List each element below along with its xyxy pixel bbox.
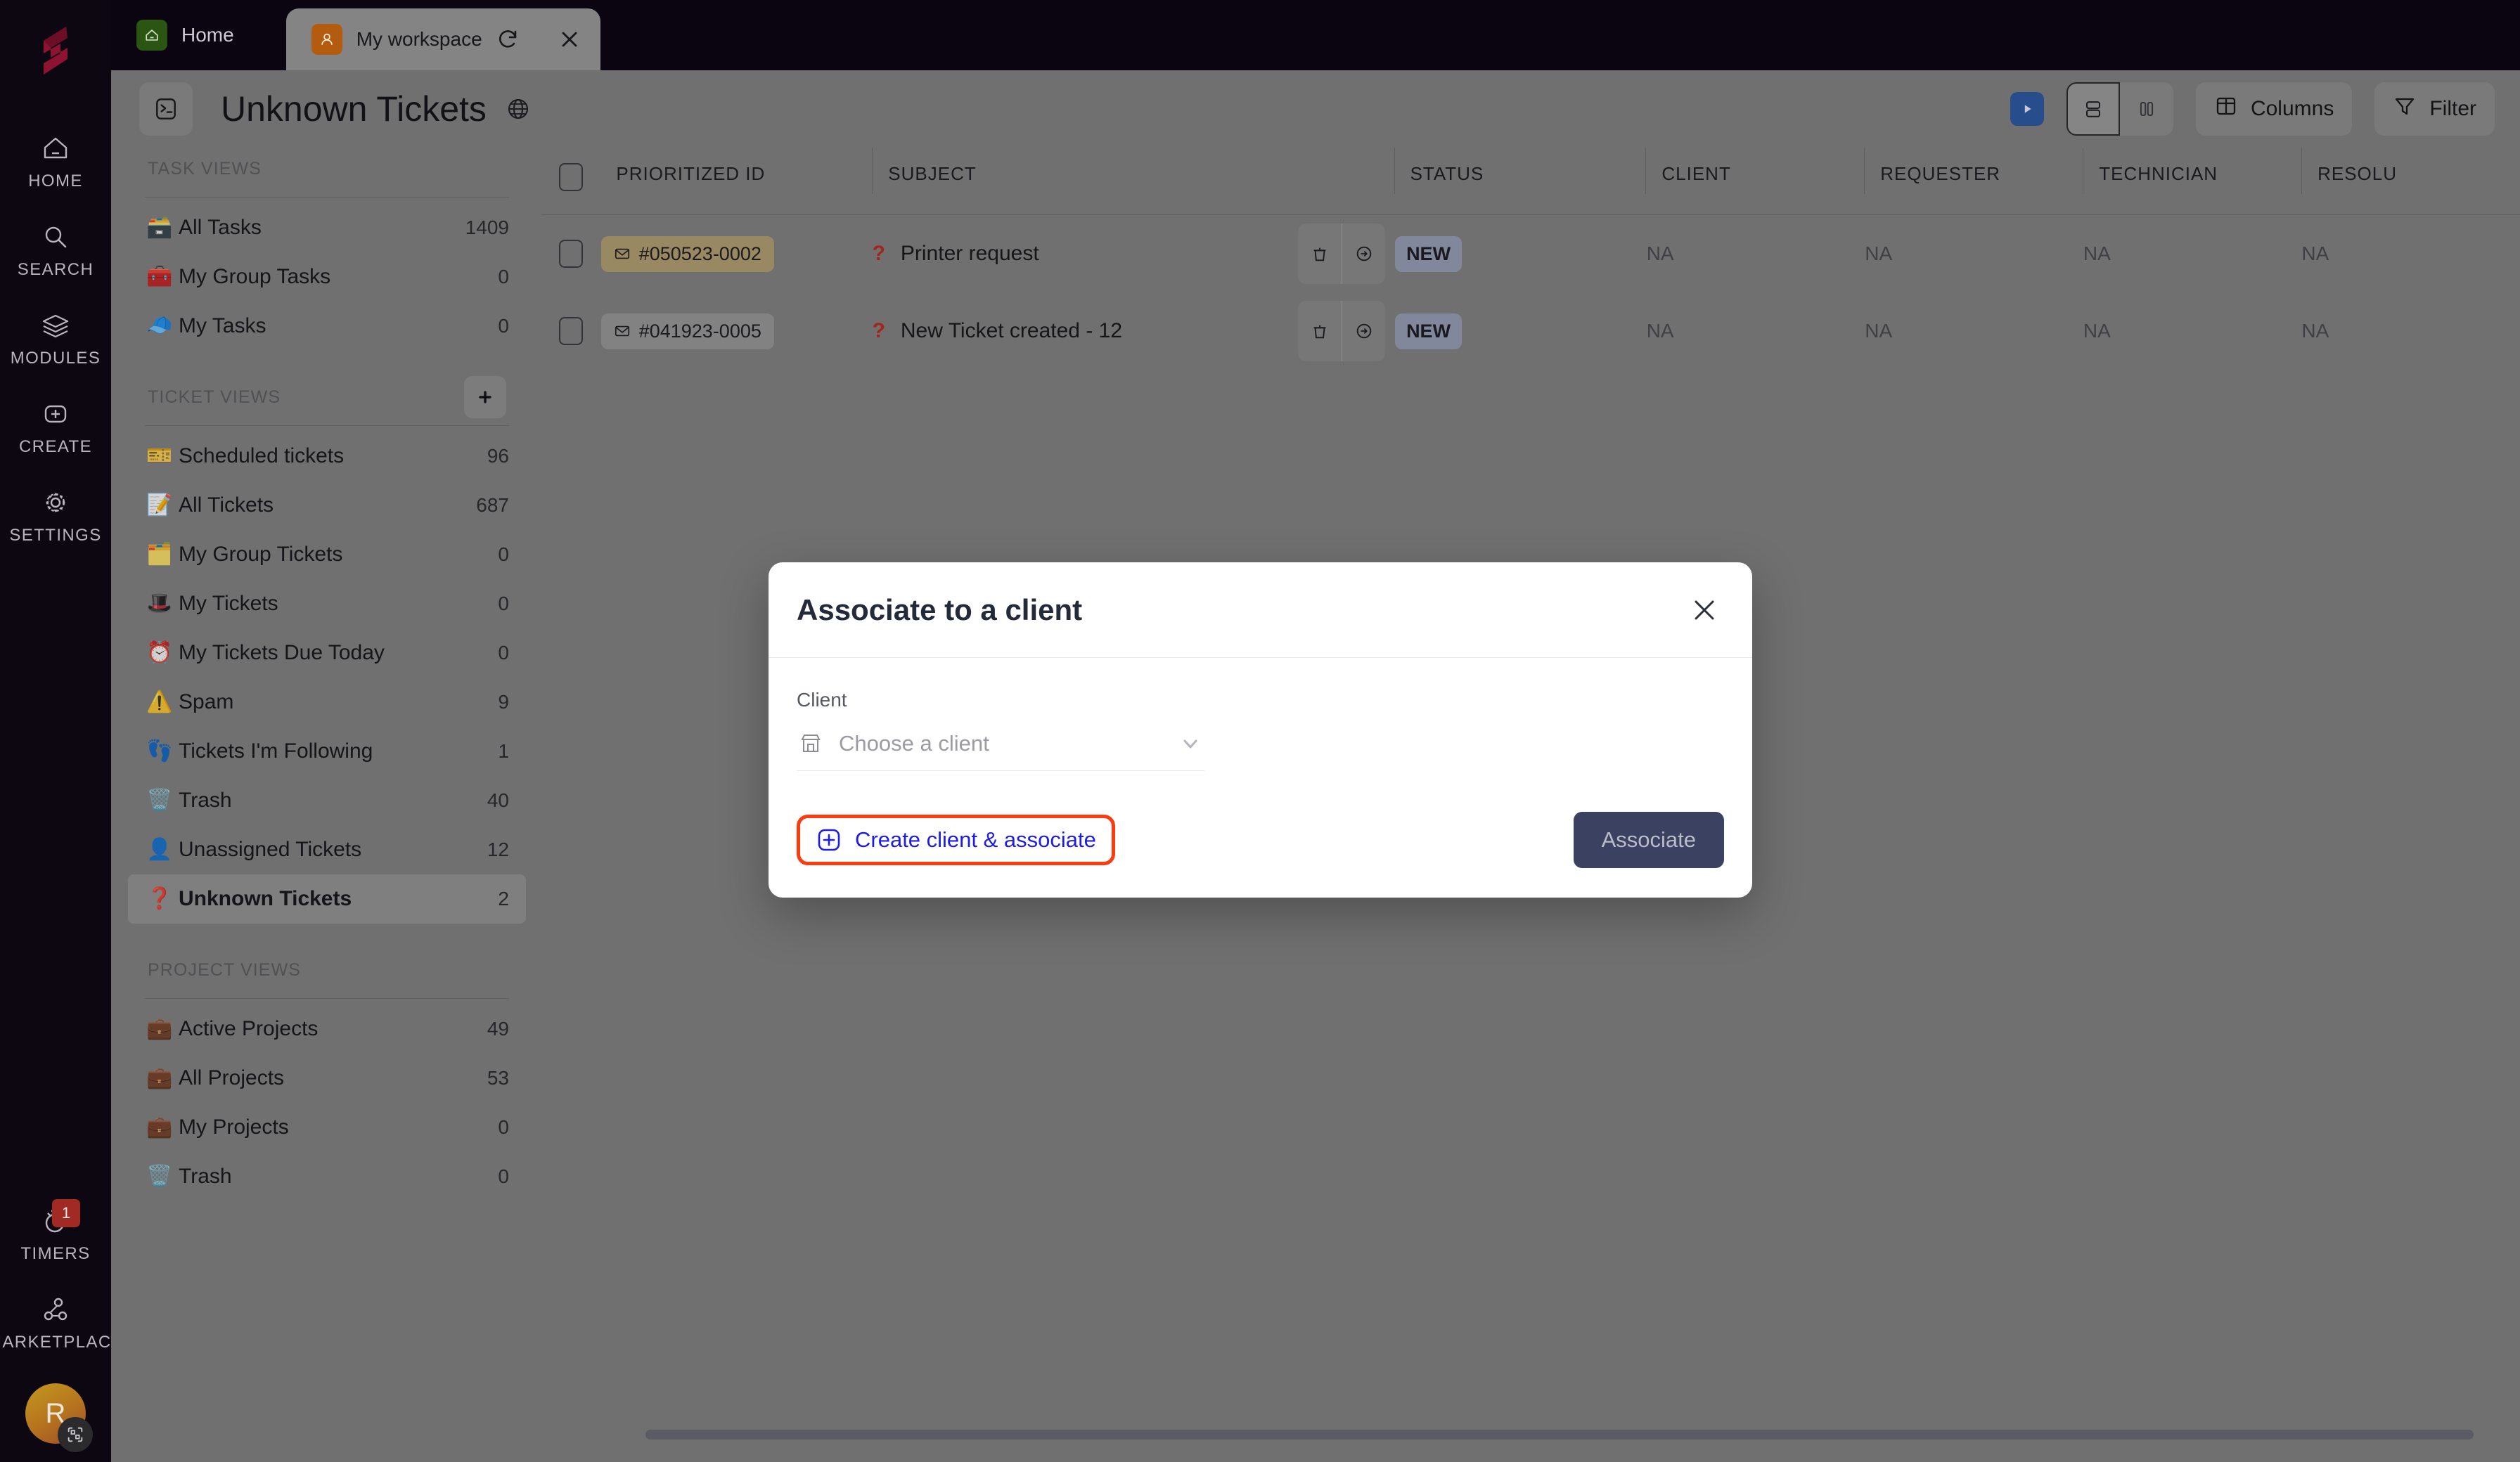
client-select-value: Choose a client	[839, 731, 989, 756]
associate-button[interactable]: Associate	[1573, 812, 1724, 868]
client-field-label: Client	[797, 689, 847, 711]
create-client-label: Create client & associate	[855, 827, 1096, 852]
rail-item-timers[interactable]: 1 TIMERS	[0, 1191, 111, 1279]
gear-icon	[39, 486, 72, 519]
plus-circle-icon	[816, 827, 842, 853]
tab-home[interactable]: Home	[111, 0, 259, 70]
modal-title: Associate to a client	[797, 593, 1083, 626]
rail-item-create[interactable]: CREATE	[0, 384, 111, 472]
rail-item-settings[interactable]: SETTINGS	[0, 472, 111, 561]
rail-label: SETTINGS	[9, 526, 102, 545]
rail-label: CREATE	[19, 437, 92, 456]
rail-item-search[interactable]: SEARCH	[0, 207, 111, 295]
create-client-and-associate-button[interactable]: Create client & associate	[797, 815, 1115, 865]
layers-icon	[39, 309, 72, 342]
rail-label: MODULES	[10, 349, 101, 368]
client-select[interactable]: Choose a client	[797, 730, 1204, 771]
tab-bar: Home My workspace	[111, 0, 2520, 70]
refresh-icon[interactable]	[496, 27, 520, 51]
home-icon	[39, 132, 72, 164]
rail-label: TIMERS	[20, 1244, 91, 1263]
user-tab-icon	[311, 24, 342, 55]
chevron-down-icon[interactable]	[1176, 730, 1204, 758]
rail-label: SEARCH	[17, 260, 94, 279]
close-icon[interactable]	[1688, 593, 1721, 627]
rail-bottom: 1 TIMERS MARKETPLACE R	[0, 1191, 123, 1462]
rail-label: HOME	[28, 172, 83, 190]
app-logo[interactable]	[28, 25, 83, 76]
rail-item-home[interactable]: HOME	[0, 118, 111, 207]
rail-label: MARKETPLACE	[0, 1333, 124, 1352]
search-icon	[39, 221, 72, 253]
rail-nav: HOME SEARCH MODULES CREATE SETTINGS	[0, 118, 111, 561]
tab-label: My workspace	[356, 28, 482, 50]
modal-footer: Create client & associate Associate	[769, 812, 1752, 898]
app-root: HOME SEARCH MODULES CREATE SETTINGS 1 TI…	[0, 0, 2520, 1462]
left-rail: HOME SEARCH MODULES CREATE SETTINGS 1 TI…	[0, 0, 123, 1462]
tab-my-workspace[interactable]: My workspace	[285, 8, 600, 70]
rail-item-marketplace[interactable]: MARKETPLACE	[0, 1279, 123, 1368]
share-nodes-icon	[39, 1293, 72, 1326]
store-icon	[797, 730, 825, 758]
tab-label: Home	[181, 24, 234, 46]
avatar-container: R	[0, 1383, 111, 1452]
modal-header: Associate to a client	[769, 562, 1752, 658]
timers-badge: 1	[52, 1199, 80, 1227]
modal-body: Client Choose a client	[769, 658, 1752, 812]
associate-client-modal: Associate to a client Client Choose a cl…	[769, 562, 1752, 898]
close-icon[interactable]	[557, 27, 582, 52]
rail-item-modules[interactable]: MODULES	[0, 295, 111, 384]
plus-square-icon	[39, 398, 72, 430]
home-tab-icon	[136, 20, 167, 51]
qr-icon[interactable]	[58, 1417, 93, 1452]
